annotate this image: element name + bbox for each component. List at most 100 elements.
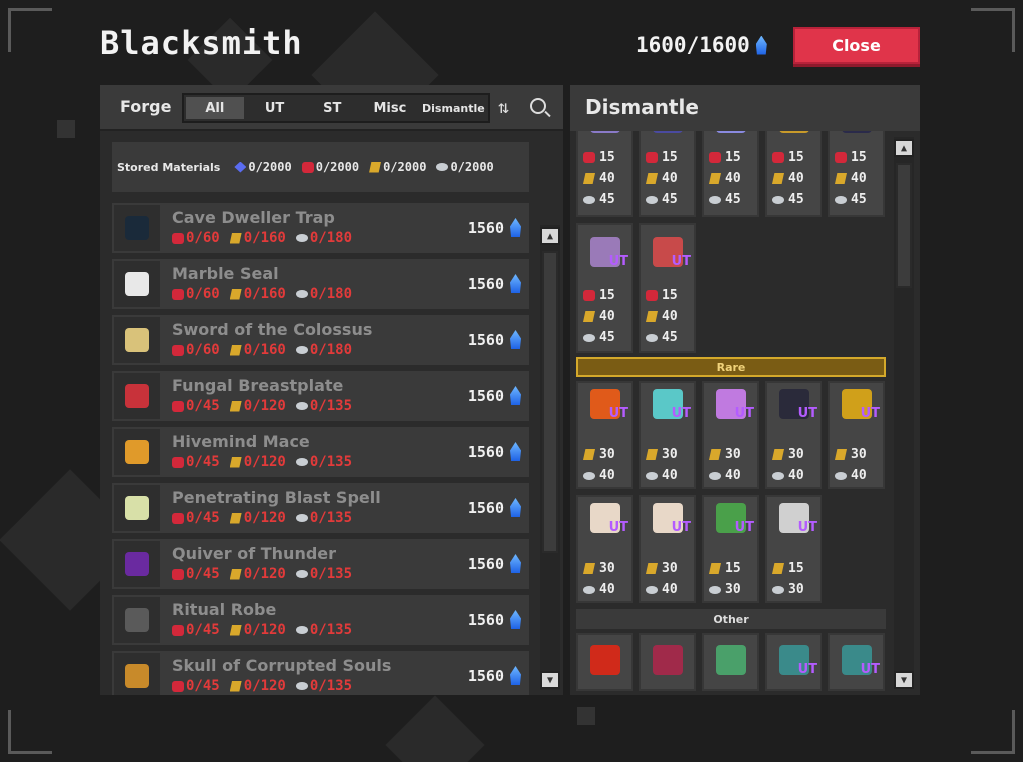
gold-ingot-icon <box>369 161 382 173</box>
scroll-up-button[interactable]: ▲ <box>894 139 914 157</box>
item-icon <box>125 496 149 520</box>
gold-ingot-icon <box>229 568 242 580</box>
dismantle-item[interactable]: UT 15 40 45 <box>639 131 696 217</box>
recipe-row[interactable]: Fungal Breastplate 0/45 0/120 0/135 1560 <box>112 371 529 421</box>
dismantle-item[interactable] <box>639 633 696 691</box>
gold-ingot-icon <box>772 563 784 574</box>
recipe-row[interactable]: Ritual Robe 0/45 0/120 0/135 1560 <box>112 595 529 645</box>
item-icon-box <box>114 205 160 251</box>
yield-value: 40 <box>788 468 804 483</box>
scroll-thumb[interactable] <box>896 163 912 288</box>
recipe-name: Skull of Corrupted Souls <box>172 656 392 675</box>
yield-value: 40 <box>599 468 615 483</box>
dismantle-item[interactable]: UT 15 40 45 <box>765 131 822 217</box>
tab-misc[interactable]: Misc <box>361 95 419 121</box>
ut-badge: UT <box>734 520 754 535</box>
recipe-row[interactable]: Hivemind Mace 0/45 0/120 0/135 1560 <box>112 427 529 477</box>
red-essence-icon <box>172 624 184 636</box>
price-value: 1560 <box>467 442 504 461</box>
dismantle-item[interactable]: UT 15 40 45 <box>702 131 759 217</box>
dismantle-item[interactable]: UT <box>828 633 885 691</box>
recipe-name: Fungal Breastplate <box>172 376 344 395</box>
red-essence-icon <box>709 152 721 163</box>
red-essence-icon <box>646 152 658 163</box>
cost-value: 0/120 <box>243 454 286 470</box>
red-essence-icon <box>172 288 184 300</box>
yield-value: 45 <box>851 192 867 207</box>
dismantle-item[interactable]: UT 30 40 <box>639 381 696 489</box>
ut-badge: UT <box>672 131 691 135</box>
tab-st[interactable]: ST <box>303 95 361 121</box>
scroll-thumb[interactable] <box>542 251 558 553</box>
recipe-row[interactable]: Quiver of Thunder 0/45 0/120 0/135 1560 <box>112 539 529 589</box>
yield-value: 15 <box>788 561 804 576</box>
gold-ingot-icon <box>229 232 242 244</box>
silver-ore-icon <box>583 585 595 594</box>
item-icon <box>653 645 683 675</box>
yield-value: 30 <box>662 447 678 462</box>
dismantle-item[interactable]: UT 30 40 <box>576 381 633 489</box>
ut-badge: UT <box>861 131 880 135</box>
price-value: 1560 <box>467 666 504 685</box>
recipe-costs: 0/60 0/160 0/180 <box>172 230 352 246</box>
dismantle-item[interactable] <box>576 633 633 691</box>
dismantle-item[interactable]: UT 30 40 <box>639 495 696 603</box>
gold-ingot-icon <box>709 449 721 460</box>
recipe-row[interactable]: Cave Dweller Trap 0/60 0/160 0/180 1560 <box>112 203 529 253</box>
dismantle-item[interactable]: UT 30 40 <box>828 381 885 489</box>
dismantle-item[interactable] <box>702 633 759 691</box>
search-icon[interactable] <box>530 98 546 114</box>
ut-badge: UT <box>797 520 817 535</box>
gold-ingot-icon <box>835 449 847 460</box>
yield-value: 40 <box>662 468 678 483</box>
dismantle-item[interactable]: UT 15 40 45 <box>576 131 633 217</box>
dismantle-header: Dismantle <box>570 85 920 131</box>
dismantle-item[interactable]: UT 15 40 45 <box>828 131 885 217</box>
red-essence-icon <box>301 161 314 173</box>
tab-ut[interactable]: UT <box>246 95 304 121</box>
recipe-row[interactable]: Skull of Corrupted Souls 0/45 0/120 0/135 15… <box>112 651 529 695</box>
recipe-row[interactable]: Penetrating Blast Spell 0/45 0/120 0/135 156… <box>112 483 529 533</box>
scroll-down-button[interactable]: ▼ <box>540 671 560 689</box>
stored-value: 0/2000 <box>248 160 292 174</box>
yield-value: 15 <box>788 150 804 165</box>
yield-value: 40 <box>662 171 678 186</box>
scroll-up-button[interactable]: ▲ <box>540 227 560 245</box>
cost-value: 0/45 <box>186 510 220 526</box>
price-value: 1560 <box>467 218 504 237</box>
cost-value: 0/60 <box>186 342 220 358</box>
yield-value: 30 <box>725 447 741 462</box>
gold-ingot-icon <box>646 311 658 322</box>
recipe-row[interactable]: Marble Seal 0/60 0/160 0/180 1560 <box>112 259 529 309</box>
red-essence-icon <box>583 290 595 301</box>
dismantle-item[interactable]: UT 15 40 45 <box>639 223 696 353</box>
gold-ingot-icon <box>646 563 658 574</box>
silver-ore-icon <box>709 471 721 480</box>
scroll-down-button[interactable]: ▼ <box>894 671 914 689</box>
cost-value: 0/135 <box>309 622 353 638</box>
recipe-price: 1560 <box>468 386 521 405</box>
ut-badge: UT <box>860 662 880 677</box>
dismantle-item[interactable]: UT 30 40 <box>702 381 759 489</box>
yield-value: 15 <box>662 288 678 303</box>
cost-value: 0/120 <box>243 398 286 414</box>
recipe-name: Cave Dweller Trap <box>172 208 335 227</box>
stored-materials-label: Stored Materials <box>117 160 221 174</box>
dismantle-item[interactable]: UT 15 30 <box>702 495 759 603</box>
red-essence-icon <box>646 290 658 301</box>
dismantle-item[interactable]: UT <box>765 633 822 691</box>
dismantle-item[interactable]: UT 15 30 <box>765 495 822 603</box>
recipe-row[interactable]: Sword of the Colossus 0/60 0/160 0/180 1560 <box>112 315 529 365</box>
gold-ingot-icon <box>229 512 242 524</box>
cost-value: 0/180 <box>309 230 353 246</box>
sort-icon[interactable]: ⇅ <box>498 97 509 118</box>
dismantle-item[interactable]: UT 30 40 <box>576 495 633 603</box>
close-button[interactable]: Close <box>793 27 920 64</box>
dismantle-item[interactable]: UT 15 40 45 <box>576 223 633 353</box>
cost-value: 0/180 <box>309 342 353 358</box>
red-essence-icon <box>583 152 595 163</box>
tab-all[interactable]: All <box>186 97 244 119</box>
tab-dismantle[interactable]: Dismantle <box>419 95 488 121</box>
recipe-name: Hivemind Mace <box>172 432 310 451</box>
dismantle-item[interactable]: UT 30 40 <box>765 381 822 489</box>
